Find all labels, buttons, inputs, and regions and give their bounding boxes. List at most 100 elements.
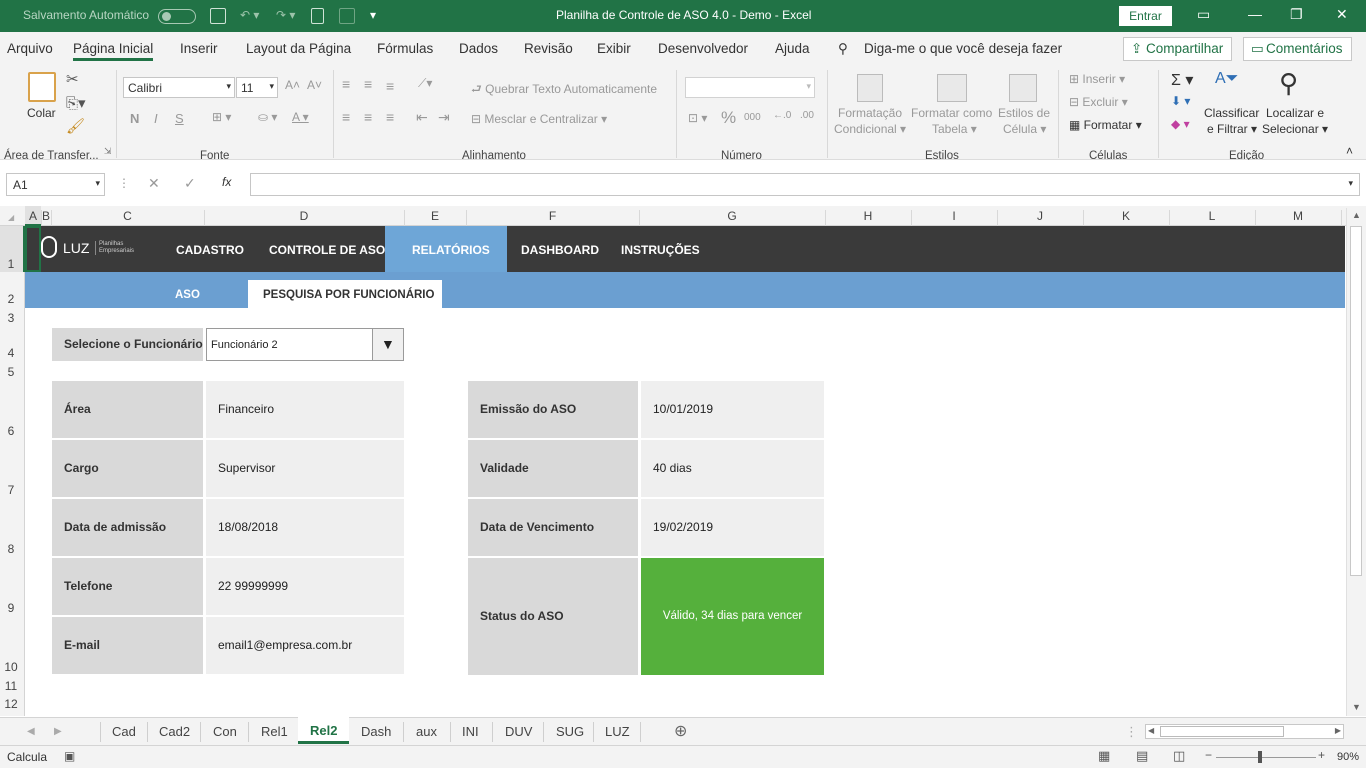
sheet-tab-ini[interactable]: INI: [462, 724, 479, 739]
normal-view-icon[interactable]: ▦: [1098, 748, 1110, 764]
sheet-tab-dash[interactable]: Dash: [361, 724, 391, 739]
employee-dropdown[interactable]: Funcionário 2 ▼: [206, 328, 404, 361]
sheet-tab-rel1[interactable]: Rel1: [261, 724, 288, 739]
scroll-down-icon[interactable]: ▼: [1352, 702, 1361, 712]
insert-cells-button[interactable]: ⊞ Inserir ▾: [1069, 72, 1125, 86]
customize-qat-icon[interactable]: ▾: [370, 8, 376, 22]
nav-controle-aso[interactable]: CONTROLE DE ASO: [269, 243, 385, 257]
name-box[interactable]: A1 ▾: [6, 173, 105, 196]
page-break-view-icon[interactable]: ◫: [1173, 748, 1185, 764]
tab-dados[interactable]: Dados: [459, 41, 498, 56]
fill-color-icon[interactable]: ⛀ ▾: [258, 110, 277, 124]
save-icon[interactable]: [210, 8, 226, 24]
tab-layout[interactable]: Layout da Página: [246, 41, 351, 56]
scroll-up-icon[interactable]: ▲: [1352, 210, 1361, 220]
minimize-icon[interactable]: —: [1248, 6, 1262, 22]
row-header-4[interactable]: 4: [0, 346, 22, 360]
col-header-b[interactable]: B: [41, 209, 51, 223]
tab-inserir[interactable]: Inserir: [180, 41, 218, 56]
align-middle-icon[interactable]: ≡: [364, 76, 372, 92]
font-size-select[interactable]: 11 ▾: [236, 77, 278, 98]
vertical-scrollbar[interactable]: ▲ ▼: [1346, 208, 1366, 716]
sort-filter-icon[interactable]: A⏷: [1215, 70, 1238, 88]
row-header-2[interactable]: 2: [0, 292, 22, 306]
tab-arquivo[interactable]: Arquivo: [7, 41, 53, 56]
align-right-icon[interactable]: ≡: [386, 109, 394, 125]
col-header-k[interactable]: K: [1083, 209, 1169, 223]
row-header-9[interactable]: 9: [0, 601, 22, 615]
share-button[interactable]: ⇪ Compartilhar: [1123, 37, 1233, 61]
formula-input[interactable]: ▾: [250, 173, 1360, 196]
find-select-button[interactable]: Localizar e: [1266, 106, 1324, 120]
col-header-j[interactable]: J: [997, 209, 1083, 223]
row-header-11[interactable]: 11: [0, 679, 22, 693]
grow-font-icon[interactable]: A˄: [285, 78, 300, 92]
zoom-slider[interactable]: [1216, 757, 1316, 758]
sign-in-button[interactable]: Entrar: [1119, 6, 1172, 26]
font-color-icon[interactable]: A ▾: [292, 110, 309, 124]
cell-styles-button[interactable]: Estilos de: [998, 106, 1050, 120]
autosum-icon[interactable]: Σ ▾: [1171, 70, 1193, 90]
redo-icon[interactable]: ↷ ▾: [276, 8, 295, 22]
align-left-icon[interactable]: ≡: [342, 109, 350, 125]
row-header-7[interactable]: 7: [0, 483, 22, 497]
sort-filter-button[interactable]: Classificar: [1204, 106, 1259, 120]
add-sheet-icon[interactable]: ⊕: [674, 721, 687, 741]
page-layout-view-icon[interactable]: ▤: [1136, 748, 1148, 764]
comments-button[interactable]: ▭ Comentários: [1243, 37, 1352, 61]
cell-styles-icon[interactable]: [1009, 74, 1037, 102]
italic-button[interactable]: I: [154, 111, 158, 126]
nav-cadastro[interactable]: CADASTRO: [176, 243, 244, 257]
find-select-label2[interactable]: Selecionar ▾: [1262, 122, 1328, 136]
col-header-f[interactable]: F: [466, 209, 639, 223]
cut-icon[interactable]: ✂: [66, 70, 79, 88]
tab-revisao[interactable]: Revisão: [524, 41, 573, 56]
sheet-tab-cad[interactable]: Cad: [112, 724, 136, 739]
col-header-l[interactable]: L: [1169, 209, 1255, 223]
scroll-left-icon[interactable]: ◀: [1148, 726, 1154, 735]
align-center-icon[interactable]: ≡: [364, 109, 372, 125]
col-header-e[interactable]: E: [404, 209, 466, 223]
row-header-10[interactable]: 10: [0, 660, 22, 674]
horizontal-scrollbar[interactable]: ◀ ▶: [1145, 724, 1344, 739]
zoom-in-icon[interactable]: +: [1318, 748, 1325, 762]
number-format-select[interactable]: ▾: [685, 77, 815, 98]
col-header-g[interactable]: G: [639, 209, 825, 223]
col-header-i[interactable]: I: [911, 209, 997, 223]
underline-button[interactable]: S: [175, 111, 184, 126]
fill-icon[interactable]: ⬇ ▾: [1171, 94, 1190, 108]
font-name-select[interactable]: Calibri ▾: [123, 77, 235, 98]
sheet-tab-rel2-active[interactable]: Rel2: [298, 717, 349, 744]
format-cells-button[interactable]: ▦ Formatar ▾: [1069, 118, 1142, 132]
dialog-launcher-icon[interactable]: ⇲: [104, 146, 112, 157]
row-header-12[interactable]: 12: [0, 697, 22, 711]
orientation-icon[interactable]: ⟋▾: [418, 76, 432, 91]
accounting-format-icon[interactable]: ⊡ ▾: [688, 111, 707, 125]
row-header-6[interactable]: 6: [0, 424, 22, 438]
subnav-aso[interactable]: ASO: [175, 289, 200, 301]
subnav-pesquisa-active[interactable]: PESQUISA POR FUNCIONÁRIO: [248, 280, 442, 308]
enter-icon[interactable]: ✓: [184, 175, 196, 192]
increase-indent-icon[interactable]: ⇥: [438, 109, 450, 126]
nav-relatorios-active[interactable]: RELATÓRIOS: [385, 226, 507, 272]
sheet-tab-luz[interactable]: LUZ: [605, 724, 630, 739]
split-handle-icon[interactable]: ⋮: [1125, 724, 1138, 740]
col-header-a[interactable]: A: [25, 209, 41, 223]
align-bottom-icon[interactable]: ≡: [386, 78, 394, 94]
restore-icon[interactable]: ❐: [1290, 6, 1303, 23]
sheet-tab-duv[interactable]: DUV: [505, 724, 532, 739]
col-header-d[interactable]: D: [204, 209, 404, 223]
zoom-out-icon[interactable]: −: [1205, 748, 1212, 762]
wrap-text-button[interactable]: ⮐ Quebrar Texto Automaticamente: [471, 80, 657, 101]
merge-center-button[interactable]: ⊟ Mesclar e Centralizar ▾: [471, 112, 607, 126]
undo-icon[interactable]: ↶ ▾: [240, 8, 259, 22]
thousands-button[interactable]: 000: [744, 112, 761, 123]
format-as-table-icon[interactable]: [937, 74, 967, 102]
conditional-format-button[interactable]: Formatação: [838, 106, 902, 120]
sheet-tab-sug[interactable]: SUG: [556, 724, 584, 739]
increase-decimal-icon[interactable]: ←.0: [773, 110, 791, 121]
insert-function-icon[interactable]: fx: [222, 175, 231, 189]
zoom-slider-thumb[interactable]: [1258, 751, 1262, 763]
expand-formula-icon[interactable]: ▾: [1348, 178, 1353, 189]
row-header-3[interactable]: 3: [0, 311, 22, 325]
